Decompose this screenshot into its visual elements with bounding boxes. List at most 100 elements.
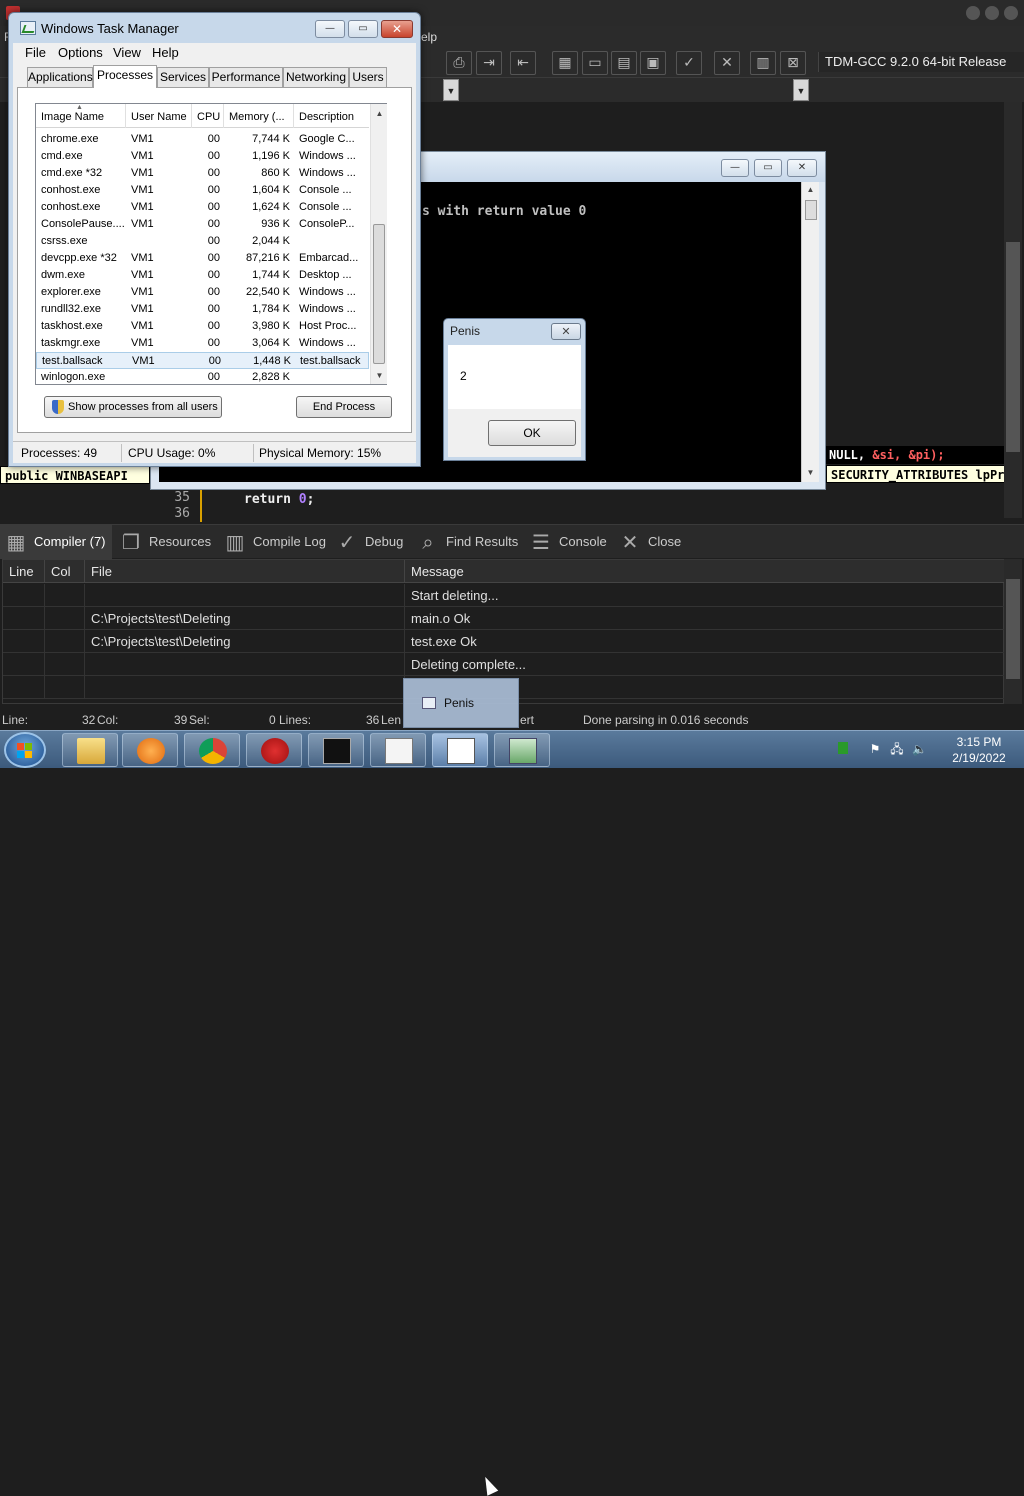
maximize-icon[interactable] <box>985 6 999 20</box>
process-row[interactable]: cmd.exe VM1 00 1,196 K Windows ... <box>36 148 369 165</box>
column-header-file[interactable]: File <box>85 560 405 583</box>
end-process-button[interactable]: End Process <box>296 396 392 418</box>
chevron-up-icon[interactable]: ▲ <box>371 106 388 122</box>
tab-compile-log[interactable]: ▥ Compile Log <box>219 525 329 559</box>
start-button[interactable] <box>4 732 46 768</box>
tab-processes[interactable]: Processes <box>93 65 157 88</box>
menu-help-fragment[interactable]: elp <box>421 30 437 44</box>
taskbar-cmd[interactable] <box>308 733 364 767</box>
tab-applications[interactable]: Applications <box>27 67 93 87</box>
column-header-cpu[interactable]: CPU <box>192 104 224 128</box>
taskbar-notepad[interactable] <box>370 733 426 767</box>
process-row[interactable]: dwm.exe VM1 00 1,744 K Desktop ... <box>36 267 369 284</box>
message-box[interactable]: Penis ✕ 2 OK <box>443 318 586 461</box>
tab-find-results[interactable]: ⌕ Find Results <box>412 525 522 559</box>
tab-resources[interactable]: ❐ Resources <box>115 525 215 559</box>
tab-users[interactable]: Users <box>349 67 387 87</box>
close-icon[interactable]: ✕ <box>551 323 581 340</box>
check-icon[interactable]: ✓ <box>676 51 702 75</box>
process-row[interactable]: chrome.exe VM1 00 7,744 K Google C... <box>36 131 369 148</box>
tab-console[interactable]: ☰ Console <box>525 525 611 559</box>
maximize-icon[interactable]: ▭ <box>348 20 378 38</box>
menu-file[interactable]: File <box>25 45 46 60</box>
unindent-icon[interactable]: ⇤ <box>510 51 536 75</box>
scrollbar-thumb[interactable] <box>1006 579 1020 679</box>
process-list[interactable]: ▲ Image Name User Name CPU Memory (... D… <box>35 103 387 385</box>
chevron-down-icon[interactable]: ▼ <box>793 79 809 101</box>
scrollbar-thumb[interactable] <box>805 200 817 220</box>
app-tray-icon[interactable] <box>838 742 848 754</box>
taskbar-chrome[interactable] <box>184 733 240 767</box>
menu-options[interactable]: Options <box>58 45 103 60</box>
column-header-user-name[interactable]: User Name <box>126 104 192 128</box>
column-header-memory[interactable]: Memory (... <box>224 104 294 128</box>
close-x-icon[interactable]: ✕ <box>714 51 740 75</box>
menu-view[interactable]: View <box>113 45 141 60</box>
code-line[interactable]: return 0; <box>244 492 314 507</box>
taskbar-thumbnail-preview[interactable]: Penis <box>403 678 519 728</box>
tab-services[interactable]: Services <box>157 67 209 87</box>
column-header-description[interactable]: Description <box>294 104 369 128</box>
chevron-down-icon[interactable]: ▼ <box>802 465 819 481</box>
tab-debug[interactable]: ✓ Debug <box>331 525 409 559</box>
chevron-up-icon[interactable]: ▲ <box>802 182 819 198</box>
taskbar-explorer[interactable] <box>62 733 118 767</box>
flag-icon[interactable]: ⚑ <box>868 742 882 756</box>
process-row[interactable]: taskmgr.exe VM1 00 3,064 K Windows ... <box>36 335 369 352</box>
table-row[interactable]: Deleting complete... <box>3 653 1005 676</box>
editor-scrollbar[interactable] <box>1004 102 1022 518</box>
chevron-down-icon[interactable]: ▼ <box>371 368 388 384</box>
console-scrollbar[interactable]: ▲ ▼ <box>801 182 819 482</box>
process-row[interactable]: winlogon.exe 00 2,828 K <box>36 369 369 386</box>
process-row[interactable]: conhost.exe VM1 00 1,624 K Console ... <box>36 199 369 216</box>
tiles-icon[interactable]: ▣ <box>640 51 666 75</box>
chart-icon[interactable]: ▥ <box>750 51 776 75</box>
volume-icon[interactable]: 🔈 <box>912 742 927 756</box>
column-header-message[interactable]: Message <box>405 560 1005 583</box>
process-row[interactable]: ConsolePause.... VM1 00 936 K ConsoleP... <box>36 216 369 233</box>
task-manager-titlebar[interactable]: Windows Task Manager — ▭ ✕ <box>9 13 420 43</box>
close-icon[interactable] <box>1004 6 1018 20</box>
table-row[interactable]: C:\Projects\test\Deleting test.exe Ok <box>3 630 1005 653</box>
process-row[interactable]: devcpp.exe *32 VM1 00 87,216 K Embarcad... <box>36 250 369 267</box>
process-row[interactable]: rundll32.exe VM1 00 1,784 K Windows ... <box>36 301 369 318</box>
taskbar-taskmgr[interactable] <box>494 733 550 767</box>
minimize-icon[interactable] <box>966 6 980 20</box>
column-header-col[interactable]: Col <box>45 560 85 583</box>
ok-button[interactable]: OK <box>488 420 576 446</box>
task-manager-window[interactable]: Windows Task Manager — ▭ ✕ File Options … <box>8 12 421 467</box>
process-row[interactable]: conhost.exe VM1 00 1,604 K Console ... <box>36 182 369 199</box>
network-icon[interactable]: 🖧 <box>890 742 904 756</box>
tab-networking[interactable]: Networking <box>283 67 349 87</box>
scrollbar-thumb[interactable] <box>1006 242 1020 452</box>
process-row[interactable]: taskhost.exe VM1 00 3,980 K Host Proc... <box>36 318 369 335</box>
compiler-profile-select[interactable]: TDM-GCC 9.2.0 64-bit Release <box>818 52 1024 72</box>
close-icon[interactable]: ✕ <box>787 159 817 177</box>
table-row[interactable]: C:\Projects\test\Deleting main.o Ok <box>3 607 1005 630</box>
table-row[interactable]: Start deleting... <box>3 584 1005 607</box>
menu-help[interactable]: Help <box>152 45 179 60</box>
close-icon[interactable]: ✕ <box>381 20 413 38</box>
tab-performance[interactable]: Performance <box>209 67 283 87</box>
chevron-down-icon[interactable]: ▼ <box>443 79 459 101</box>
process-list-scrollbar[interactable]: ▲ ▼ <box>370 104 387 384</box>
taskbar-media-player[interactable] <box>122 733 178 767</box>
maximize-icon[interactable]: ▭ <box>754 159 782 177</box>
process-row[interactable]: csrss.exe 00 2,044 K <box>36 233 369 250</box>
minimize-icon[interactable]: — <box>721 159 749 177</box>
tab-close[interactable]: ✕ Close <box>614 525 688 559</box>
calculator-icon[interactable]: ▤ <box>611 51 637 75</box>
grid-icon[interactable]: ▦ <box>552 51 578 75</box>
minimize-icon[interactable]: — <box>315 20 345 38</box>
new-file-icon[interactable]: ⎙ <box>446 51 472 75</box>
column-header-line[interactable]: Line <box>3 560 45 583</box>
code-line-fragment[interactable]: NULL, &si, &pi); <box>826 446 1004 464</box>
window-icon[interactable]: ▭ <box>582 51 608 75</box>
process-row[interactable]: explorer.exe VM1 00 22,540 K Windows ... <box>36 284 369 301</box>
indent-icon[interactable]: ⇥ <box>476 51 502 75</box>
scrollbar-thumb[interactable] <box>373 224 385 364</box>
process-row[interactable]: test.ballsack VM1 00 1,448 K test.ballsack <box>36 352 369 369</box>
messages-scrollbar[interactable] <box>1004 559 1022 704</box>
tab-compiler[interactable]: ▦ Compiler (7) <box>0 525 112 559</box>
taskbar-window[interactable] <box>432 733 488 767</box>
